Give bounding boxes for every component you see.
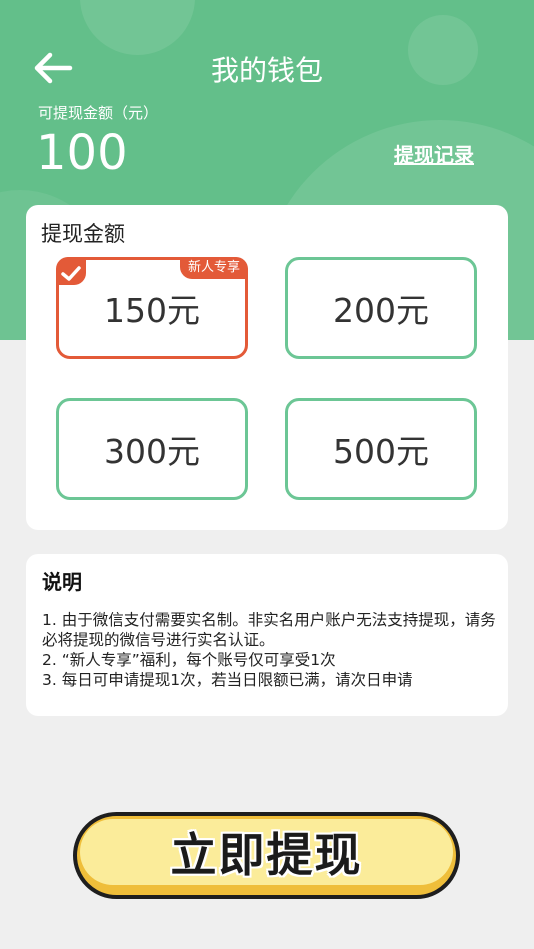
notes-title: 说明: [42, 570, 82, 594]
amount-option-label: 300元: [104, 432, 200, 471]
amount-option-150[interactable]: 新人专享 150元: [56, 257, 248, 359]
amount-option-label: 200元: [333, 291, 429, 330]
amount-card-title: 提现金额: [41, 222, 125, 246]
withdraw-now-label: 立即提现: [170, 828, 363, 882]
page-title: 我的钱包: [210, 54, 323, 87]
balance-value: 100: [36, 125, 128, 181]
decorative-bubble: [80, 0, 195, 55]
note-line: 3. 每日可申请提现1次，若当日限额已满，请次日申请: [42, 671, 413, 689]
note-line: 2. “新人专享”福利，每个账号仅可享受1次: [42, 651, 336, 669]
withdraw-now-button-face: 立即提现: [80, 819, 453, 885]
note-line: 1. 由于微信支付需要实名制。非实名用户账户无法支持提现，请务必将提现的微信号进…: [42, 611, 496, 649]
selected-check-icon: [56, 257, 86, 285]
amount-card: 提现金额 新人专享 150元 200元 300元 500元: [26, 205, 508, 530]
amount-option-200[interactable]: 200元: [285, 257, 477, 359]
new-user-badge: 新人专享: [179, 257, 248, 279]
withdraw-now-button[interactable]: 立即提现: [73, 812, 460, 899]
balance-label: 可提现金额（元）: [38, 104, 159, 122]
withdraw-history-link[interactable]: 提现记录: [394, 139, 474, 168]
amount-option-label: 150元: [104, 291, 200, 330]
amount-option-500[interactable]: 500元: [285, 398, 477, 500]
amount-option-300[interactable]: 300元: [56, 398, 248, 500]
amount-option-label: 500元: [333, 432, 429, 471]
notes-card: 说明 1. 由于微信支付需要实名制。非实名用户账户无法支持提现，请务必将提现的微…: [26, 554, 508, 716]
notes-list: 1. 由于微信支付需要实名制。非实名用户账户无法支持提现，请务必将提现的微信号进…: [42, 610, 497, 690]
